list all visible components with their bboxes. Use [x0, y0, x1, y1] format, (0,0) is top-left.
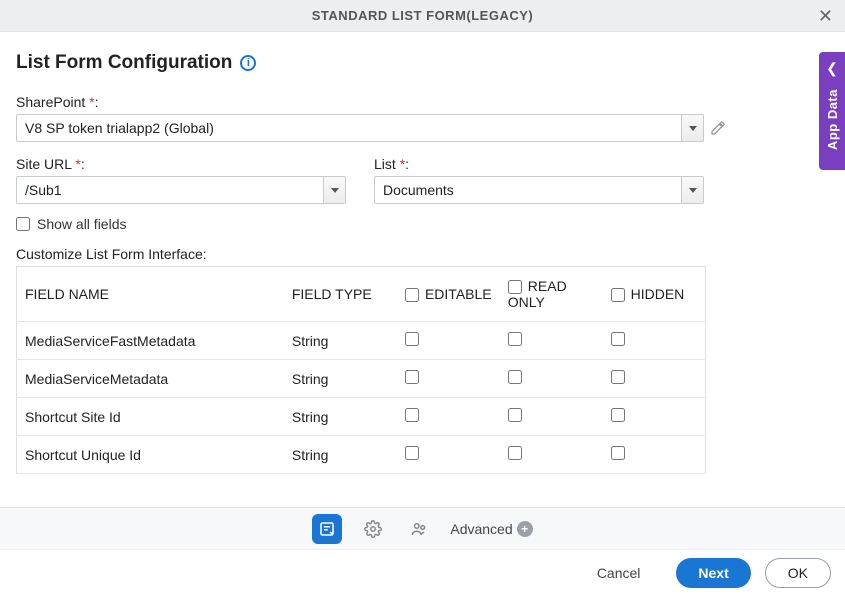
site-url-label: Site URL *: [16, 156, 346, 172]
hidden-checkbox[interactable] [611, 370, 625, 384]
required-asterisk: * [75, 156, 80, 172]
customize-section-label: Customize List Form Interface: [16, 246, 829, 262]
readonly-all-checkbox[interactable] [508, 280, 522, 294]
footer: Cancel Next OK [0, 549, 845, 595]
table-row: Shortcut Site IdString [17, 398, 706, 436]
table-row: Shortcut Unique IdString [17, 436, 706, 474]
sharepoint-label: SharePoint *: [16, 94, 829, 110]
cell-field-name: MediaServiceFastMetadata [17, 322, 284, 360]
table-header-row: FIELD NAME FIELD TYPE EDITABLE READ ONLY… [17, 267, 706, 322]
header-hidden: HIDDEN [603, 267, 706, 322]
cancel-button[interactable]: Cancel [575, 558, 663, 588]
readonly-checkbox[interactable] [508, 370, 522, 384]
editable-checkbox[interactable] [405, 408, 419, 422]
header-editable: EDITABLE [397, 267, 500, 322]
editable-checkbox[interactable] [405, 446, 419, 460]
header-field-name: FIELD NAME [17, 267, 284, 322]
site-url-select[interactable]: /Sub1 [16, 176, 346, 204]
pencil-icon[interactable] [710, 120, 726, 136]
readonly-checkbox[interactable] [508, 332, 522, 346]
header-readonly: READ ONLY [500, 267, 603, 322]
close-icon[interactable]: ✕ [818, 6, 833, 27]
title-bar-text: STANDARD LIST FORM(LEGACY) [312, 8, 533, 23]
sharepoint-value: V8 SP token trialapp2 (Global) [17, 120, 681, 136]
gear-icon[interactable] [358, 514, 388, 544]
form-tool-icon[interactable] [312, 514, 342, 544]
header-field-type: FIELD TYPE [284, 267, 397, 322]
list-select[interactable]: Documents [374, 176, 704, 204]
app-data-side-tab[interactable]: ❮ App Data [819, 52, 845, 170]
cell-field-type: String [284, 360, 397, 398]
next-button[interactable]: Next [676, 558, 750, 588]
hidden-all-checkbox[interactable] [611, 288, 625, 302]
plus-icon: + [517, 521, 533, 537]
cell-field-name: Shortcut Site Id [17, 398, 284, 436]
advanced-button[interactable]: Advanced + [450, 521, 532, 537]
list-label: List *: [374, 156, 704, 172]
readonly-checkbox[interactable] [508, 408, 522, 422]
hidden-checkbox[interactable] [611, 446, 625, 460]
editable-checkbox[interactable] [405, 332, 419, 346]
cell-field-type: String [284, 398, 397, 436]
show-all-fields-checkbox[interactable] [16, 217, 30, 231]
cell-field-name: Shortcut Unique Id [17, 436, 284, 474]
ok-button[interactable]: OK [765, 558, 831, 588]
readonly-checkbox[interactable] [508, 446, 522, 460]
title-bar: STANDARD LIST FORM(LEGACY) ✕ [0, 0, 845, 32]
hidden-checkbox[interactable] [611, 408, 625, 422]
info-icon[interactable]: i [240, 55, 256, 71]
cell-field-type: String [284, 436, 397, 474]
dropdown-icon[interactable] [323, 177, 345, 203]
site-url-value: /Sub1 [17, 182, 323, 198]
hidden-checkbox[interactable] [611, 332, 625, 346]
required-asterisk: * [400, 156, 405, 172]
bottom-toolbar: Advanced + [0, 507, 845, 549]
required-asterisk: * [89, 94, 94, 110]
fields-table: FIELD NAME FIELD TYPE EDITABLE READ ONLY… [16, 266, 706, 474]
dropdown-icon[interactable] [681, 177, 703, 203]
dropdown-icon[interactable] [681, 115, 703, 141]
sharepoint-select[interactable]: V8 SP token trialapp2 (Global) [16, 114, 704, 142]
table-row: MediaServiceMetadataString [17, 360, 706, 398]
table-row: MediaServiceFastMetadataString [17, 322, 706, 360]
list-value: Documents [375, 182, 681, 198]
editable-checkbox[interactable] [405, 370, 419, 384]
editable-all-checkbox[interactable] [405, 288, 419, 302]
app-data-label: App Data [825, 89, 840, 150]
roles-icon[interactable] [404, 514, 434, 544]
cell-field-type: String [284, 322, 397, 360]
chevron-left-icon: ❮ [826, 60, 838, 77]
cell-field-name: MediaServiceMetadata [17, 360, 284, 398]
page-title: List Form Configuration [16, 52, 232, 74]
show-all-fields-label: Show all fields [37, 216, 127, 232]
